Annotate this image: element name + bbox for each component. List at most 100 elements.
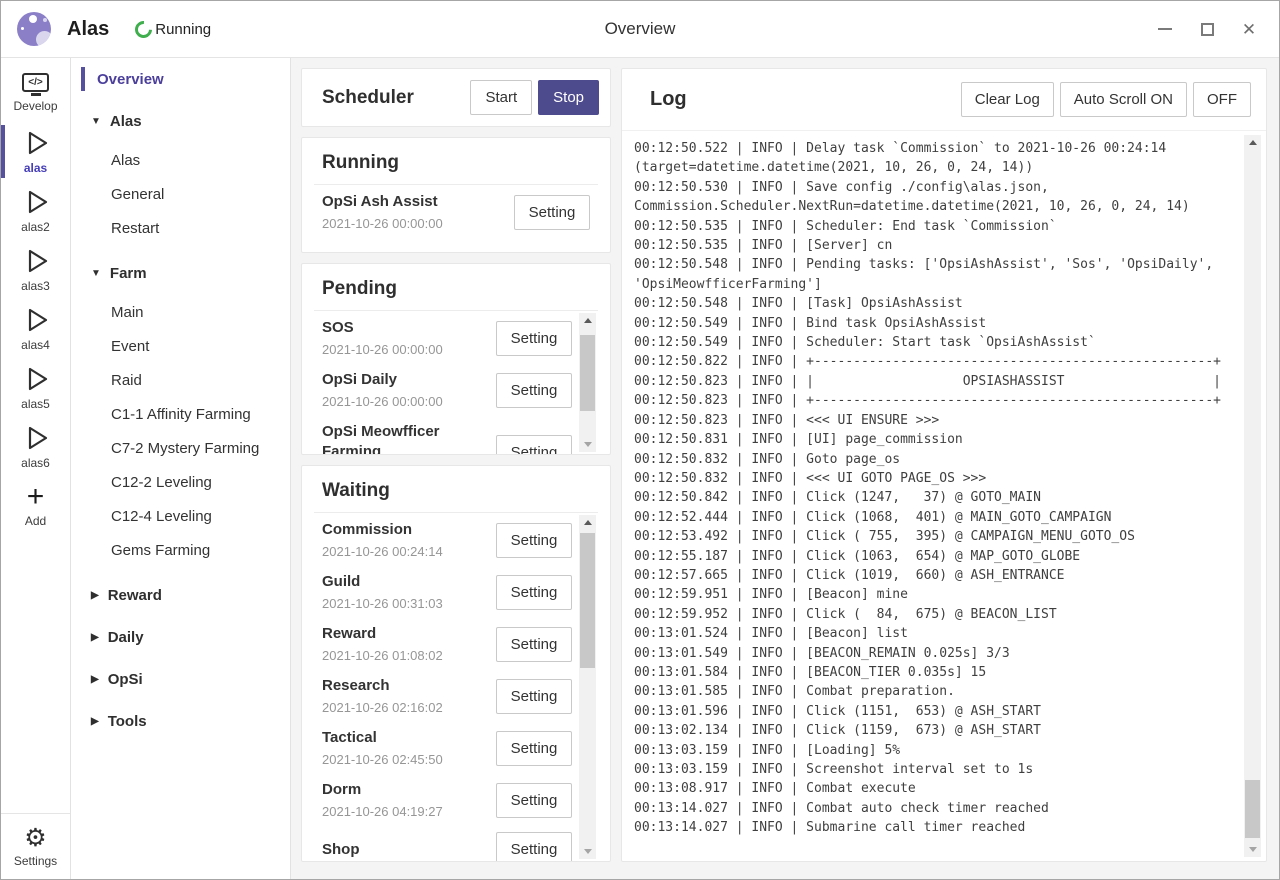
log-body[interactable]: 00:12:50.522 | INFO | Delay task `Commis…	[622, 131, 1266, 861]
rail-item-label: alas2	[21, 220, 50, 234]
setting-button[interactable]: Setting	[496, 783, 572, 818]
scroll-down-icon[interactable]	[579, 844, 596, 859]
instance-rail: </>Develop alas alas2 alas3 alas4 alas5 alas6+…	[1, 58, 71, 879]
task-name: Shop	[322, 840, 488, 860]
nav-item-raid[interactable]: Raid	[71, 364, 290, 398]
nav-group-label: Tools	[108, 713, 147, 730]
setting-button[interactable]: Setting	[496, 832, 572, 861]
rail-item-alas3[interactable]: alas3	[1, 240, 70, 299]
nav-item-gems-farming[interactable]: Gems Farming	[71, 534, 290, 568]
setting-button[interactable]: Setting	[496, 435, 572, 454]
rail-item-alas4[interactable]: alas4	[1, 299, 70, 358]
scroll-up-icon[interactable]	[1244, 135, 1261, 150]
task-next-run-time: 2021-10-26 00:00:00	[322, 393, 488, 411]
scrollbar-thumb[interactable]	[580, 533, 595, 668]
nav-item-c1-1-affinity-farming[interactable]: C1-1 Affinity Farming	[71, 398, 290, 432]
rail-item-label: Add	[25, 514, 46, 528]
task-info: OpSi Meowfficer Farming2021-10-26 00:00:…	[322, 422, 496, 454]
clear-log-button[interactable]: Clear Log	[961, 82, 1054, 117]
nav-item-alas[interactable]: Alas	[71, 144, 290, 178]
task-info: OpSi Daily2021-10-26 00:00:00	[322, 370, 496, 411]
task-next-run-time: 2021-10-26 04:19:27	[322, 803, 488, 821]
setting-button[interactable]: Setting	[496, 373, 572, 408]
nav-group-reward[interactable]: ▶Reward	[71, 580, 290, 610]
scroll-down-icon[interactable]	[579, 437, 596, 452]
minimize-button[interactable]	[1149, 13, 1181, 45]
maximize-button[interactable]	[1191, 13, 1223, 45]
waiting-card: Waiting Commission2021-10-26 00:24:14Set…	[301, 465, 611, 862]
nav-item-c12-2-leveling[interactable]: C12-2 Leveling	[71, 466, 290, 500]
task-name: OpSi Ash Assist	[322, 192, 506, 212]
nav-group-label: OpSi	[108, 671, 143, 688]
nav-group-farm[interactable]: ▼Farm	[71, 258, 290, 288]
chevron-down-icon: ▼	[91, 116, 101, 127]
close-button[interactable]: ✕	[1233, 13, 1265, 45]
nav-group-alas[interactable]: ▼Alas	[71, 106, 290, 136]
scheduler-status-text: Running	[155, 21, 211, 38]
nav-item-general[interactable]: General	[71, 178, 290, 212]
rail-item-label: Settings	[14, 854, 57, 868]
task-row: OpSi Meowfficer Farming2021-10-26 00:00:…	[322, 422, 572, 454]
stop-button[interactable]: Stop	[538, 80, 599, 115]
log-scrollbar[interactable]	[1244, 135, 1261, 857]
setting-button[interactable]: Setting	[496, 575, 572, 610]
rail-item-alas6[interactable]: alas6	[1, 417, 70, 476]
minimize-icon	[1158, 28, 1172, 30]
setting-button[interactable]: Setting	[496, 731, 572, 766]
auto-scroll-off-button[interactable]: OFF	[1193, 82, 1251, 117]
scrollbar-thumb[interactable]	[580, 335, 595, 411]
active-indicator	[81, 67, 85, 91]
chevron-right-icon: ▶	[91, 674, 99, 685]
start-button[interactable]: Start	[470, 80, 532, 115]
nav-item-overview[interactable]: Overview	[71, 64, 290, 94]
task-next-run-time: 2021-10-26 02:45:50	[322, 751, 488, 769]
scrollbar-thumb[interactable]	[1245, 780, 1260, 838]
nav-group-tools[interactable]: ▶Tools	[71, 706, 290, 736]
setting-button[interactable]: Setting	[514, 195, 590, 230]
rail-item-alas5[interactable]: alas5	[1, 358, 70, 417]
task-row: OpSi Ash Assist2021-10-26 00:00:00Settin…	[322, 192, 590, 233]
nav-group-daily[interactable]: ▶Daily	[71, 622, 290, 652]
task-row: Commission2021-10-26 00:24:14Setting	[322, 520, 572, 561]
rail-item-label: alas5	[21, 397, 50, 411]
task-row: Shop Setting	[322, 832, 572, 861]
nav-item-c12-4-leveling[interactable]: C12-4 Leveling	[71, 500, 290, 534]
task-name: Dorm	[322, 780, 488, 800]
rail-item-alas2[interactable]: alas2	[1, 181, 70, 240]
chevron-right-icon: ▶	[91, 632, 99, 643]
setting-button[interactable]: Setting	[496, 321, 572, 356]
waiting-scrollbar[interactable]	[579, 515, 596, 859]
task-info: SOS 2021-10-26 00:00:00	[322, 318, 496, 359]
pending-scrollbar[interactable]	[579, 313, 596, 452]
rail-item-label: alas4	[21, 338, 50, 352]
scroll-up-icon[interactable]	[579, 515, 596, 530]
setting-button[interactable]: Setting	[496, 627, 572, 662]
nav-item-c7-2-mystery-farming[interactable]: C7-2 Mystery Farming	[71, 432, 290, 466]
rail-item-develop[interactable]: </>Develop	[1, 63, 70, 122]
rail-item-add[interactable]: +Add	[1, 476, 70, 535]
task-info: OpSi Ash Assist2021-10-26 00:00:00	[322, 192, 514, 233]
nav-item-main[interactable]: Main	[71, 296, 290, 330]
setting-button[interactable]: Setting	[496, 523, 572, 558]
task-name: SOS	[322, 318, 488, 338]
maximize-icon	[1201, 23, 1214, 36]
rail-item-label: alas	[24, 161, 47, 175]
nav-item-restart[interactable]: Restart	[71, 212, 290, 246]
auto-scroll-on-button[interactable]: Auto Scroll ON	[1060, 82, 1187, 117]
instance-rail-items: </>Develop alas alas2 alas3 alas4 alas5 alas6+…	[1, 63, 70, 535]
setting-button[interactable]: Setting	[496, 679, 572, 714]
task-name: Reward	[322, 624, 488, 644]
task-next-run-time: 2021-10-26 00:00:00	[322, 341, 488, 359]
scroll-up-icon[interactable]	[579, 313, 596, 328]
scroll-down-icon[interactable]	[1244, 842, 1261, 857]
task-info: Reward 2021-10-26 01:08:02	[322, 624, 496, 665]
running-title: Running	[302, 138, 610, 174]
task-nav-menu: Overview ▼Alas AlasGeneralRestart ▼Farm Main…	[71, 58, 291, 879]
task-next-run-time: 2021-10-26 01:08:02	[322, 647, 488, 665]
nav-item-event[interactable]: Event	[71, 330, 290, 364]
rail-item-alas[interactable]: alas	[1, 122, 70, 181]
scheduler-column: Scheduler Start Stop Running OpSi Ash As…	[301, 68, 611, 862]
task-name: Research	[322, 676, 488, 696]
rail-item-settings[interactable]: ⚙ Settings	[1, 813, 70, 879]
nav-group-opsi[interactable]: ▶ OpSi	[71, 664, 290, 694]
